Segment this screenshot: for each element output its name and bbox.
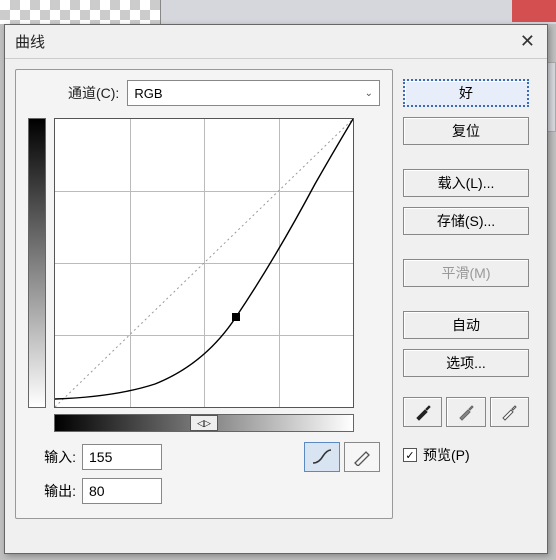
eyedropper-black-icon [414, 403, 432, 421]
input-field[interactable]: 155 [82, 444, 162, 470]
curve-svg [55, 119, 353, 407]
button-panel: 好 复位 载入(L)... 存储(S)... 平滑(M) 自动 选项... [403, 69, 529, 519]
eyedropper-gray-button[interactable] [446, 397, 485, 427]
curve-area [28, 118, 380, 408]
input-row: 输入: 155 [28, 442, 380, 472]
output-label: 输出: [28, 481, 76, 501]
background-close-region [512, 0, 556, 22]
load-button[interactable]: 载入(L)... [403, 169, 529, 197]
output-row: 输出: 80 [28, 478, 380, 504]
curve-control-point[interactable] [232, 313, 240, 321]
gradient-midpoint-handle[interactable]: ◁▷ [190, 415, 218, 431]
auto-button[interactable]: 自动 [403, 311, 529, 339]
smooth-button: 平滑(M) [403, 259, 529, 287]
curves-dialog: 曲线 ✕ 通道(C): RGB ⌄ [4, 24, 548, 554]
preview-row: ✓ 预览(P) [403, 445, 529, 465]
curves-panel: 通道(C): RGB ⌄ [15, 69, 393, 519]
input-value: 155 [89, 449, 112, 465]
channel-selected-value: RGB [134, 86, 162, 101]
horizontal-gradient-row: ◁▷ [54, 414, 380, 432]
curve-tool-group [304, 442, 380, 472]
horizontal-gradient[interactable]: ◁▷ [54, 414, 354, 432]
pencil-icon [351, 448, 373, 466]
dialog-title: 曲线 [15, 31, 45, 52]
ok-button[interactable]: 好 [403, 79, 529, 107]
output-value: 80 [89, 483, 105, 499]
pencil-tool-button[interactable] [344, 442, 380, 472]
channel-label: 通道(C): [68, 83, 119, 103]
channel-row: 通道(C): RGB ⌄ [28, 80, 380, 106]
background-checker [0, 0, 160, 24]
eyedropper-gray-icon [457, 403, 475, 421]
eyedropper-white-icon [500, 403, 518, 421]
background-toolbar [160, 0, 556, 24]
input-label: 输入: [28, 447, 76, 467]
save-button[interactable]: 存储(S)... [403, 207, 529, 235]
output-field[interactable]: 80 [82, 478, 162, 504]
channel-select[interactable]: RGB ⌄ [127, 80, 380, 106]
curve-tool-button[interactable] [304, 442, 340, 472]
close-icon[interactable]: ✕ [516, 31, 539, 52]
eyedropper-black-button[interactable] [403, 397, 442, 427]
curve-graph[interactable] [54, 118, 354, 408]
preview-checkbox[interactable]: ✓ [403, 448, 417, 462]
eyedropper-group [403, 397, 529, 427]
chevron-down-icon: ⌄ [365, 88, 373, 99]
check-icon: ✓ [405, 449, 414, 462]
dialog-content: 通道(C): RGB ⌄ [5, 59, 547, 529]
eyedropper-white-button[interactable] [490, 397, 529, 427]
titlebar: 曲线 ✕ [5, 25, 547, 59]
vertical-gradient [28, 118, 46, 408]
reset-button[interactable]: 复位 [403, 117, 529, 145]
preview-label: 预览(P) [423, 445, 470, 465]
curve-tool-icon [311, 448, 333, 466]
options-button[interactable]: 选项... [403, 349, 529, 377]
